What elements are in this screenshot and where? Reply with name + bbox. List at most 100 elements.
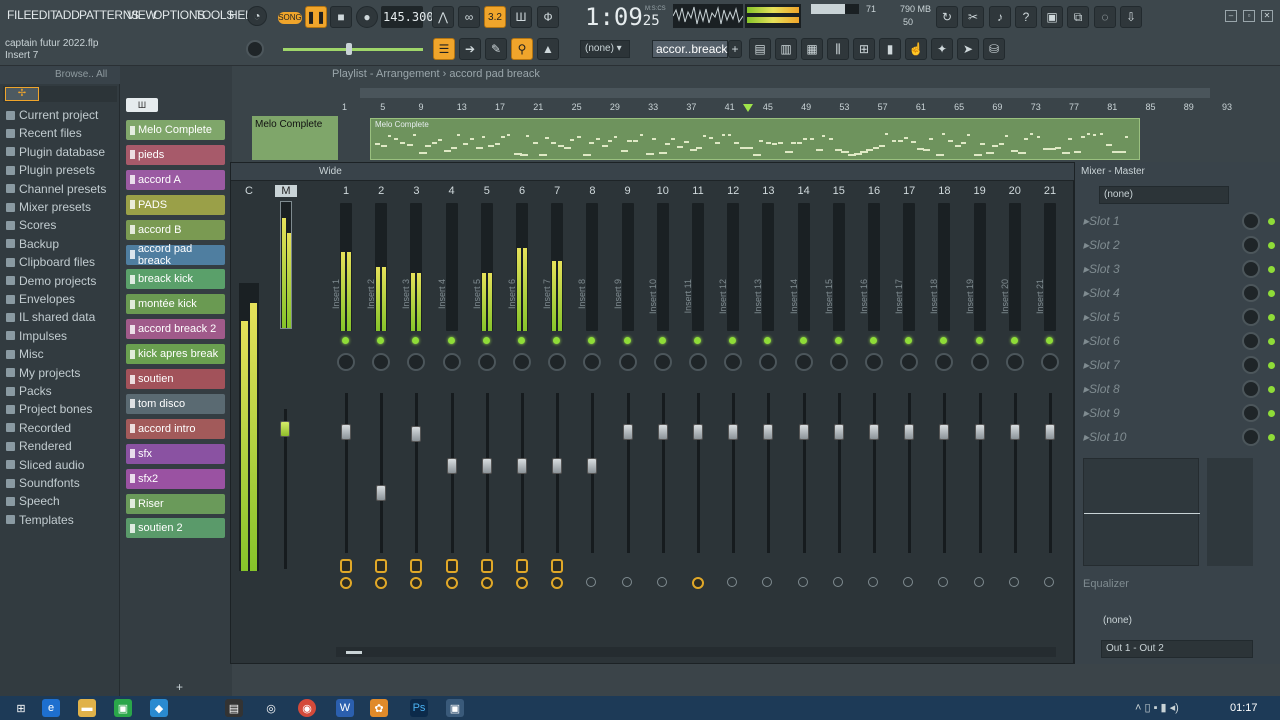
store-icon[interactable]: ▣ [114,699,132,717]
save-icon[interactable]: ▣ [1041,6,1063,28]
browser-item[interactable]: Demo projects [6,272,96,290]
volume-fader[interactable] [869,424,879,441]
route-to-master-icon[interactable] [410,577,423,589]
fx-toggle-icon[interactable] [516,559,528,573]
preset-select[interactable]: (none) ▾ [580,40,630,58]
playlist-scrollbar[interactable] [360,88,1210,98]
bar-ruler[interactable]: 1 5 9 13 17 21 25 29 33 37 41 45 49 53 57 61 65 69 73 77 81 8… [342,102,1280,116]
volume-fader[interactable] [939,424,950,441]
pan-knob[interactable] [372,353,391,371]
pan-knob[interactable] [477,353,496,371]
mixer-insert-strip[interactable]: 19 Insert 19 [963,183,997,661]
browser-item[interactable]: Recent files [6,124,82,142]
loop-record-icon[interactable]: ∞ [458,6,480,28]
insert-enable-led[interactable] [412,337,420,344]
mixer-view-icon[interactable]: ⫼ [827,38,849,60]
start-icon[interactable]: ⊞ [12,699,30,717]
volume-fader[interactable] [587,457,598,474]
effect-slot[interactable]: ▸ Slot 4 [1083,282,1275,304]
fx-toggle-icon[interactable] [375,559,388,573]
microphone-icon[interactable]: ♪ [989,6,1011,28]
output-select[interactable]: Out 1 - Out 2 [1101,640,1253,658]
slot-mix-knob[interactable] [1242,284,1260,302]
channel-button[interactable]: PADS [126,194,225,215]
active-app-icon[interactable]: ▣ [446,699,464,717]
channel-button[interactable]: soutien [126,369,225,389]
route-to-master-icon[interactable] [762,577,773,587]
app-icon[interactable]: ◆ [150,699,168,717]
slot-mix-knob[interactable] [1242,260,1260,278]
mixer-icon[interactable]: ⧉ [1067,6,1089,28]
fx-toggle-icon[interactable] [480,559,493,573]
insert-enable-led[interactable] [623,337,631,344]
effect-slot[interactable]: ▸ Slot 5 [1083,306,1275,328]
wait-icon[interactable]: Ф [537,6,559,28]
add-pattern-icon[interactable]: + [728,40,742,58]
fx-toggle-icon[interactable] [340,559,352,573]
mixer-insert-strip[interactable]: 13 Insert 13 [751,183,785,661]
mixer-insert-strip[interactable]: 18 Insert 18 [927,183,961,661]
master-fader[interactable] [280,421,290,437]
effect-slot[interactable]: ▸ Slot 6 [1083,330,1275,352]
mixer-insert-strip[interactable]: 14 Insert 14 [787,183,821,661]
master-strip[interactable]: M [275,183,297,653]
main-volume-knob[interactable] [246,40,264,58]
browser-item[interactable]: Current project [6,106,98,124]
insert-enable-led[interactable] [518,337,525,344]
volume-fader[interactable] [657,424,668,441]
route-to-master-icon[interactable] [868,577,878,587]
volume-fader[interactable] [481,457,492,474]
explorer-icon[interactable]: ▬ [78,699,96,717]
route-to-master-icon[interactable] [551,577,564,589]
shop-icon[interactable]: ⛁ [983,38,1005,60]
add-channel-icon[interactable]: + [176,680,183,694]
mixer-scroll-handle[interactable] [346,651,362,654]
photoshop-icon[interactable]: Ps [410,699,428,717]
channel-button[interactable]: pieds [126,144,225,165]
route-to-master-icon[interactable] [1008,577,1019,587]
pan-knob[interactable] [653,353,672,371]
route-to-master-icon[interactable] [340,577,352,589]
pan-knob[interactable] [618,353,637,371]
insert-enable-led[interactable] [588,337,596,344]
mixer-insert-strip[interactable]: 20 Insert 20 [998,183,1032,661]
pan-knob[interactable] [900,353,919,371]
mixer-insert-strip[interactable]: 9 Insert 9 [611,183,645,661]
mixer-insert-strip[interactable]: 11 Insert 11 [681,183,715,661]
master-preset-select[interactable]: (none) [1099,186,1229,204]
eq-graph[interactable] [1083,458,1200,566]
chat-icon[interactable]: ◌ [1094,6,1116,28]
route-to-master-icon[interactable] [586,577,597,587]
record-button[interactable]: ● [356,6,378,28]
browser-item[interactable]: Plugin database [6,143,105,161]
mixer-insert-strip[interactable]: 15 Insert 15 [822,183,856,661]
tempo-display[interactable]: 145.300 [381,6,434,28]
volume-fader[interactable] [517,457,527,474]
browser-item[interactable]: Speech [6,492,60,510]
channel-button[interactable]: accord intro [126,418,225,439]
volume-fader[interactable] [1045,424,1055,441]
mixer-insert-strip[interactable]: 8 Insert 8 [575,183,609,661]
effect-slot[interactable]: ▸ Slot 2 [1083,234,1275,256]
mixer-insert-strip[interactable]: 12 Insert 12 [716,183,750,661]
cut-icon[interactable]: ✂ [962,6,984,28]
slot-mix-knob[interactable] [1242,308,1260,326]
insert-enable-led[interactable] [975,337,983,344]
route-to-master-icon[interactable] [692,577,704,589]
browser-item[interactable]: Project bones [6,400,92,418]
effect-slot[interactable]: ▸ Slot 9 [1083,402,1275,424]
restore-window-icon[interactable]: ▫ [1243,10,1255,22]
word-icon[interactable]: W [336,699,354,717]
slot-enable-led[interactable] [1268,337,1275,345]
menu-add[interactable]: ADD [55,8,80,22]
pattern-mode-icon[interactable]: ⋀ [432,6,454,28]
mixer-insert-strip[interactable]: 21 Insert 21 [1033,183,1067,661]
mixer-insert-strip[interactable]: 17 Insert 17 [892,183,926,661]
slot-enable-led[interactable] [1268,313,1275,321]
playhead[interactable] [743,104,753,112]
master-pitch-slider[interactable] [283,48,423,51]
browser-item[interactable]: Impulses [6,327,67,345]
channel-button[interactable]: accord B [126,219,225,240]
piano-view-button[interactable]: Ш [126,98,158,112]
channel-rack-icon[interactable]: ▤ [749,38,771,60]
